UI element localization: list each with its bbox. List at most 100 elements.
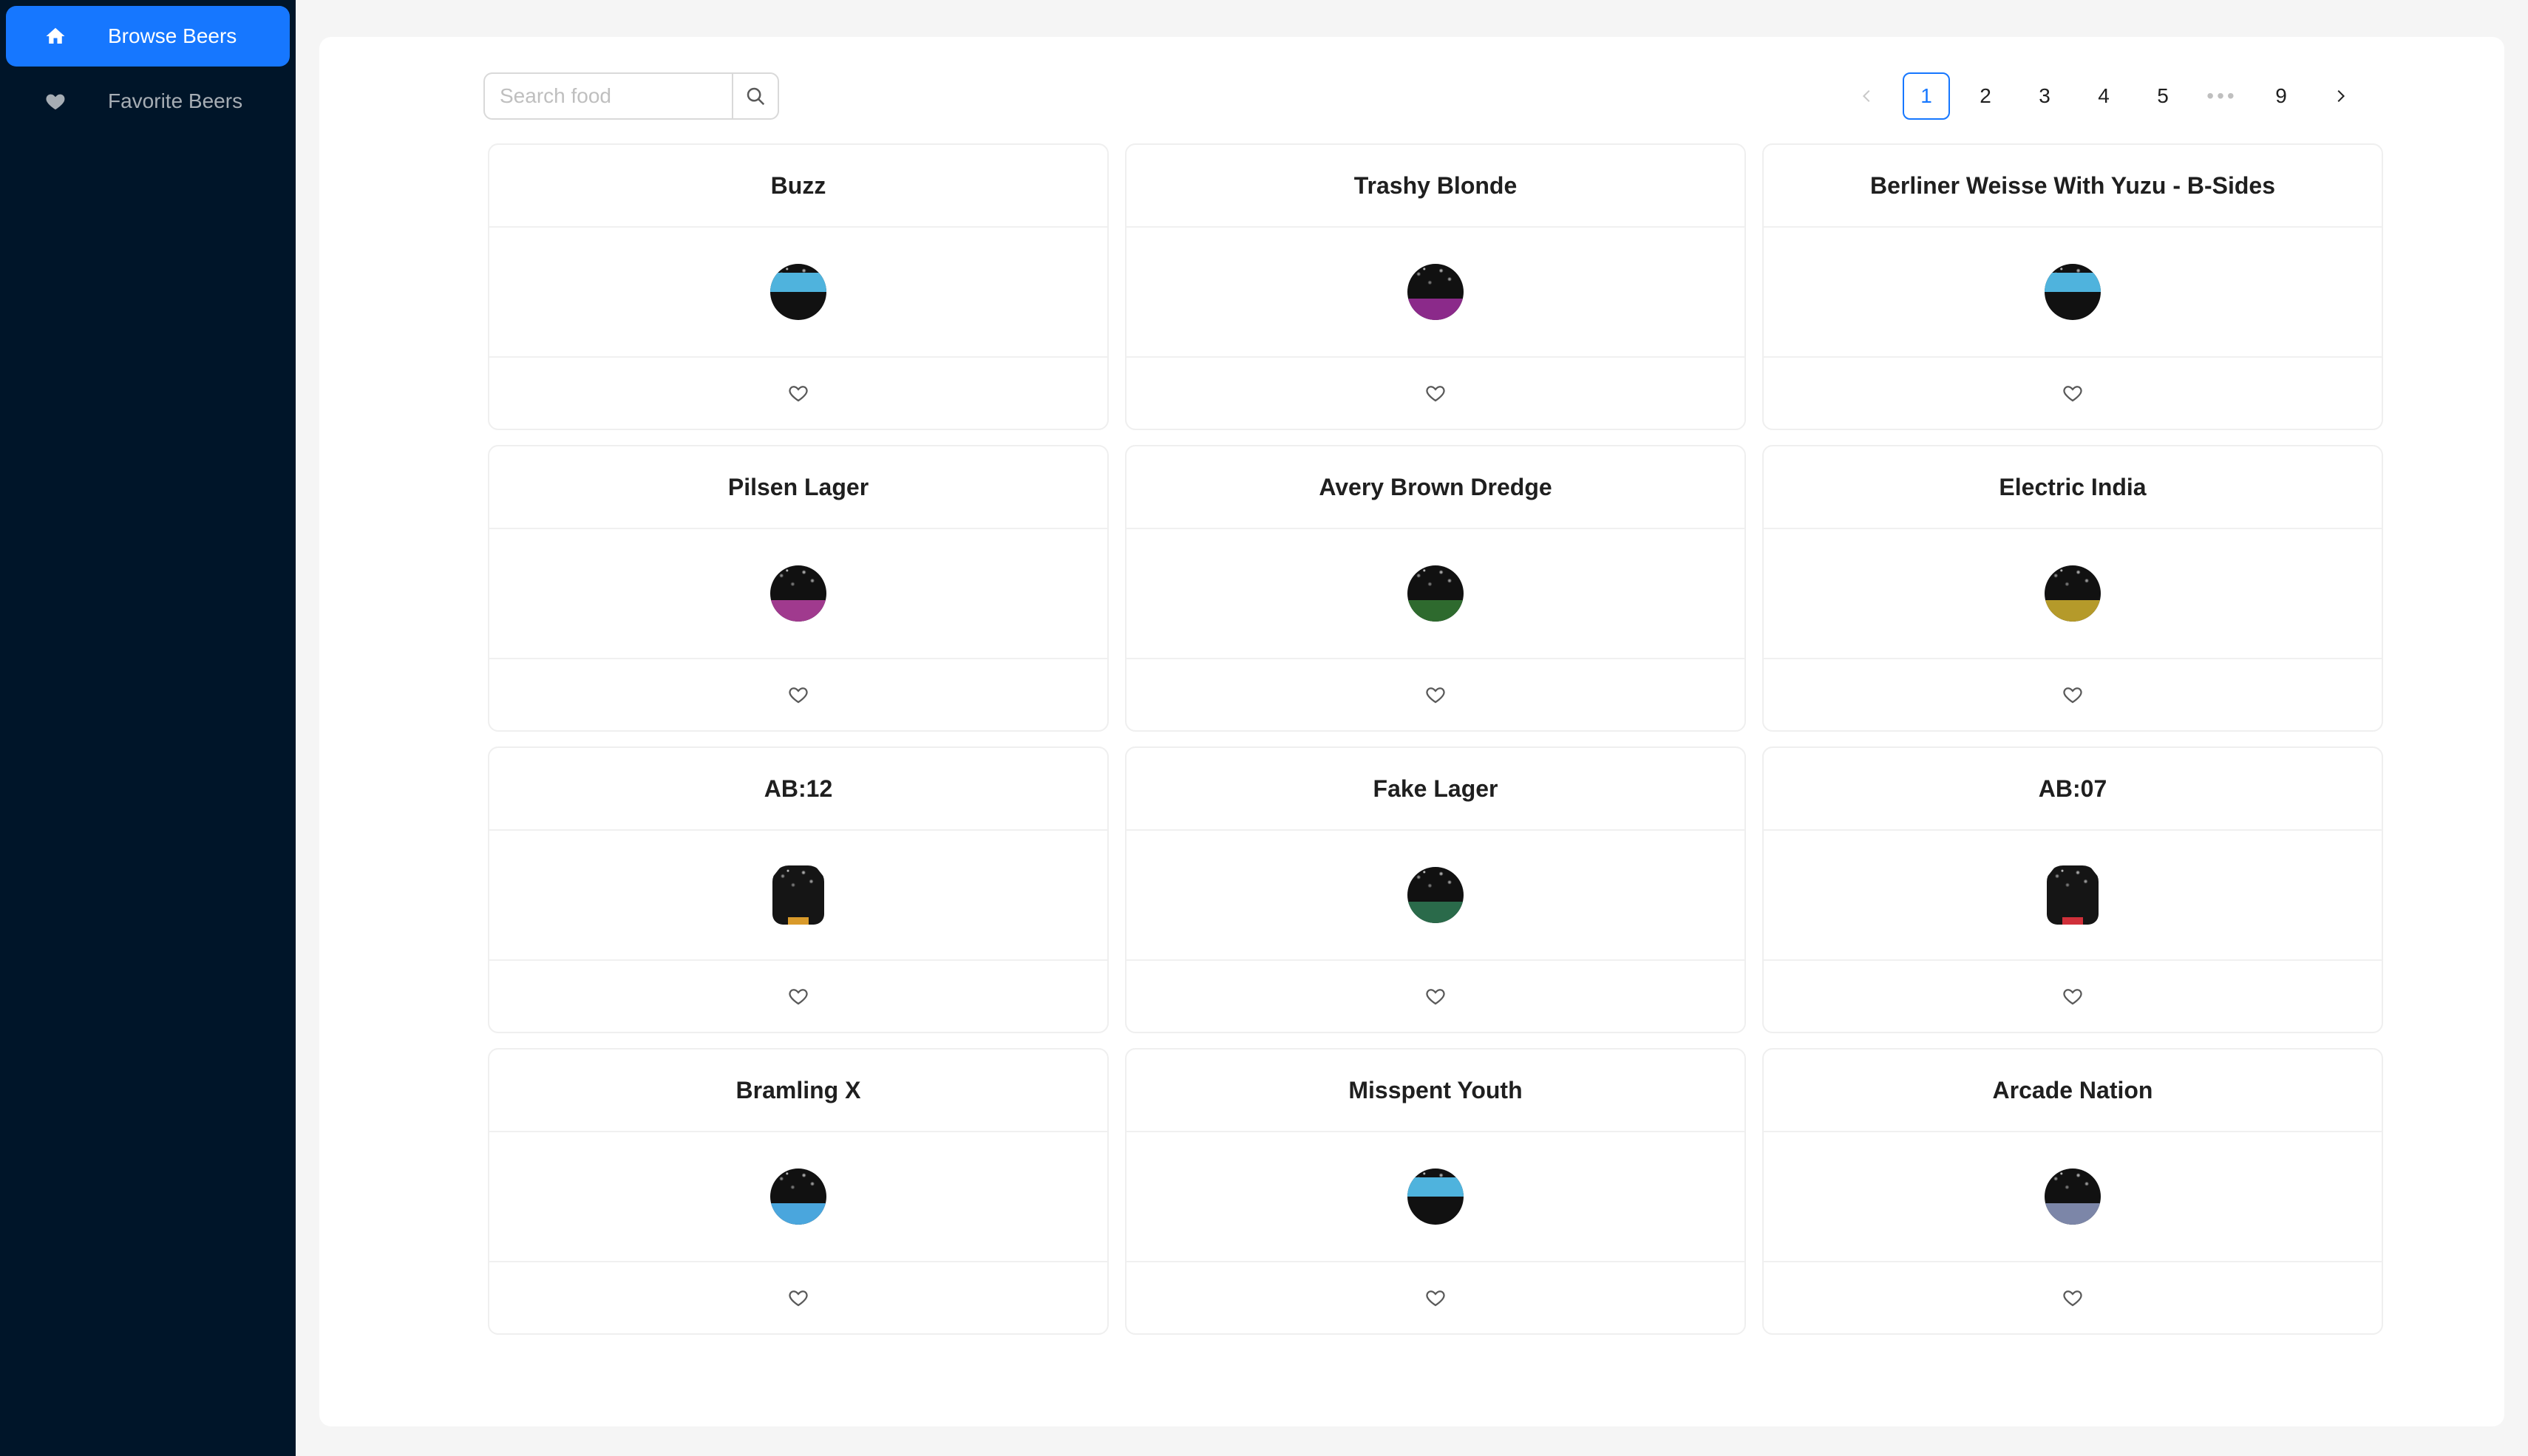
- page-button-4[interactable]: 4: [2080, 72, 2127, 120]
- sidebar-item-browse-beers[interactable]: Browse Beers: [6, 6, 290, 67]
- search-button[interactable]: [732, 72, 779, 120]
- favorite-button[interactable]: [2060, 381, 2085, 406]
- beer-card: Electric India: [1762, 445, 2383, 732]
- card-actions: [489, 358, 1107, 429]
- beer-card: Avery Brown Dredge: [1125, 445, 1746, 732]
- favorite-button[interactable]: [1423, 1285, 1448, 1310]
- card-actions: [489, 961, 1107, 1032]
- beer-image: [2045, 264, 2101, 320]
- favorite-button[interactable]: [2060, 682, 2085, 707]
- favorite-button[interactable]: [1423, 984, 1448, 1009]
- beer-image: [1407, 867, 1464, 923]
- beer-image: [1407, 264, 1464, 320]
- beer-name: Bramling X: [489, 1050, 1107, 1132]
- heart-outline-icon: [1426, 1290, 1445, 1307]
- beer-image-area: [489, 228, 1107, 358]
- beer-name: Trashy Blonde: [1127, 145, 1744, 228]
- favorite-button[interactable]: [786, 682, 811, 707]
- page-jump-ellipsis[interactable]: •••: [2198, 72, 2246, 120]
- beer-grid: Buzz Trashy Blonde Berliner Weisse With …: [488, 143, 2383, 1335]
- favorite-button[interactable]: [2060, 1285, 2085, 1310]
- favorite-button[interactable]: [1423, 682, 1448, 707]
- chevron-right-icon: [2337, 89, 2345, 103]
- beer-card: Arcade Nation: [1762, 1048, 2383, 1335]
- heart-outline-icon: [789, 386, 808, 402]
- card-actions: [1127, 659, 1744, 730]
- pagination: 1 2 3 4 5 ••• 9: [1832, 72, 2364, 120]
- beer-image-area: [1764, 1132, 2382, 1262]
- heart-outline-icon: [2063, 687, 2082, 704]
- favorite-button[interactable]: [786, 381, 811, 406]
- content-panel: 1 2 3 4 5 ••• 9 Buzz: [319, 37, 2504, 1426]
- beer-image-area: [489, 831, 1107, 961]
- beer-image: [770, 264, 826, 320]
- beer-image: [2045, 565, 2101, 622]
- page-button-3[interactable]: 3: [2021, 72, 2068, 120]
- beer-card: Bramling X: [488, 1048, 1109, 1335]
- beer-card: Buzz: [488, 143, 1109, 430]
- beer-image: [1407, 565, 1464, 622]
- beer-card: Fake Lager: [1125, 746, 1746, 1033]
- beer-card: Misspent Youth: [1125, 1048, 1746, 1335]
- beer-image-area: [1764, 228, 2382, 358]
- beer-name: Fake Lager: [1127, 748, 1744, 831]
- prev-page-button[interactable]: [1844, 72, 1891, 120]
- favorite-button[interactable]: [786, 984, 811, 1009]
- beer-name: Pilsen Lager: [489, 446, 1107, 529]
- favorite-button[interactable]: [1423, 381, 1448, 406]
- beer-name: AB:12: [489, 748, 1107, 831]
- beer-image-area: [489, 1132, 1107, 1262]
- page-button-1[interactable]: 1: [1903, 72, 1950, 120]
- favorite-button[interactable]: [786, 1285, 811, 1310]
- beer-image-area: [1127, 831, 1744, 961]
- search-icon: [747, 87, 765, 106]
- heart-outline-icon: [1426, 687, 1445, 704]
- card-actions: [489, 659, 1107, 730]
- beer-image: [772, 865, 824, 925]
- card-actions: [1764, 659, 2382, 730]
- beer-name: AB:07: [1764, 748, 2382, 831]
- beer-image-area: [1127, 529, 1744, 659]
- card-actions: [1127, 358, 1744, 429]
- heart-outline-icon: [2063, 989, 2082, 1005]
- main-area: 1 2 3 4 5 ••• 9 Buzz: [296, 0, 2528, 1456]
- search-input[interactable]: [483, 72, 732, 120]
- beer-image: [1407, 1168, 1464, 1225]
- page-button-9[interactable]: 9: [2257, 72, 2305, 120]
- page-button-2[interactable]: 2: [1962, 72, 2009, 120]
- chevron-left-icon: [1862, 89, 1870, 103]
- sidebar-item-label: Browse Beers: [108, 24, 237, 47]
- beer-name: Avery Brown Dredge: [1127, 446, 1744, 529]
- heart-outline-icon: [2063, 386, 2082, 402]
- app-root: Browse Beers Favorite Beers Search food …: [0, 0, 2528, 1456]
- beer-image-area: [489, 529, 1107, 659]
- card-actions: [1127, 961, 1744, 1032]
- sidebar-item-favorite-beers[interactable]: Favorite Beers: [6, 71, 290, 132]
- heart-icon: [43, 89, 68, 114]
- page-button-5[interactable]: 5: [2139, 72, 2186, 120]
- heart-outline-icon: [789, 989, 808, 1005]
- beer-card: Pilsen Lager: [488, 445, 1109, 732]
- card-actions: [1764, 1262, 2382, 1333]
- beer-image: [2047, 865, 2099, 925]
- heart-outline-icon: [1426, 386, 1445, 402]
- sidebar: Browse Beers Favorite Beers: [0, 0, 296, 1456]
- beer-image: [770, 565, 826, 622]
- search-bar: [483, 72, 779, 120]
- card-actions: [1764, 358, 2382, 429]
- beer-name: Berliner Weisse With Yuzu - B-Sides: [1764, 145, 2382, 228]
- beer-image-area: [1127, 1132, 1744, 1262]
- beer-card: Trashy Blonde: [1125, 143, 1746, 430]
- home-icon: [43, 24, 68, 49]
- beer-image-area: [1764, 529, 2382, 659]
- next-page-button[interactable]: [2317, 72, 2364, 120]
- sidebar-item-label: Favorite Beers: [108, 89, 243, 112]
- card-actions: [1127, 1262, 1744, 1333]
- favorite-button[interactable]: [2060, 984, 2085, 1009]
- beer-card: AB:07: [1762, 746, 2383, 1033]
- heart-outline-icon: [789, 1290, 808, 1307]
- beer-name: Buzz: [489, 145, 1107, 228]
- heart-outline-icon: [2063, 1290, 2082, 1307]
- card-actions: [489, 1262, 1107, 1333]
- beer-image: [770, 1168, 826, 1225]
